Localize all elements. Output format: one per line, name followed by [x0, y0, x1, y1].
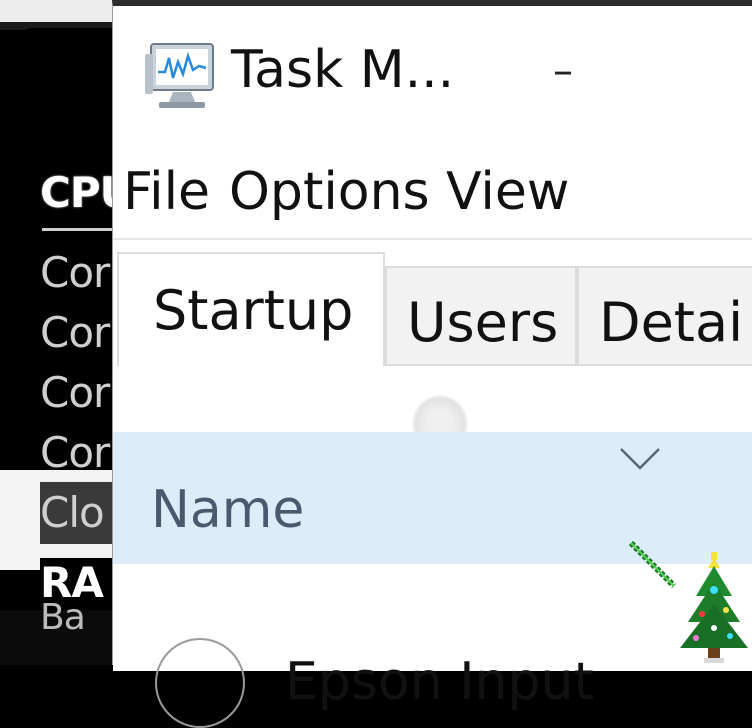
title-bar[interactable]: Task M... –: [113, 6, 752, 146]
tab-details[interactable]: Detai: [577, 266, 752, 366]
background-row: Cor: [40, 372, 110, 414]
background-row: Cor: [40, 252, 110, 294]
menu-view[interactable]: View: [446, 166, 569, 218]
tab-label: Detai: [599, 291, 744, 354]
app-icon-placeholder: [155, 638, 245, 728]
christmas-tree-icon: [680, 552, 748, 663]
desktop-strip: [0, 0, 112, 22]
tab-users[interactable]: Users: [385, 266, 577, 366]
menu-options[interactable]: Options: [229, 166, 430, 218]
menu-bar: File Options View: [113, 156, 752, 236]
list-item[interactable]: Epson Input: [285, 656, 594, 708]
background-row: Cor: [40, 312, 110, 354]
task-manager-icon: [145, 43, 214, 108]
menu-file[interactable]: File: [123, 166, 210, 218]
tab-startup[interactable]: Startup: [117, 252, 385, 370]
background-underline: [42, 228, 114, 231]
background-row: Cor: [40, 432, 110, 474]
minimize-button[interactable]: –: [533, 46, 593, 96]
tab-strip: Users Detai Startup: [113, 238, 752, 370]
tab-label: Users: [407, 291, 559, 354]
background-row: Clo: [40, 492, 105, 534]
background-ram-label: RA: [40, 562, 104, 604]
column-header-name[interactable]: Name: [151, 484, 304, 536]
magic-wand-icon: [628, 540, 677, 589]
background-cpu-label: CPU: [40, 172, 114, 214]
chevron-down-icon[interactable]: [618, 446, 662, 472]
window-title: Task M...: [231, 40, 455, 100]
tab-label: Startup: [153, 279, 354, 342]
background-footer-sub: Ba: [40, 600, 86, 636]
